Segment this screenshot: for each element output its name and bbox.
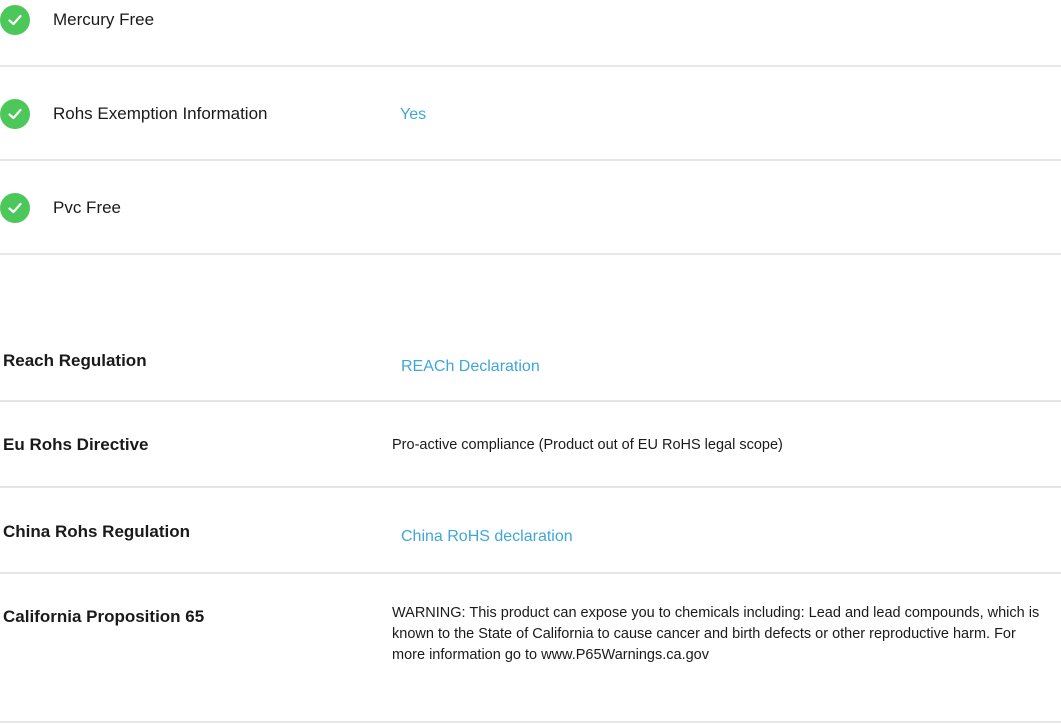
checklist-row-mercury-free: Mercury Free bbox=[0, 0, 1061, 67]
checklist-row-pvc-free: Pvc Free bbox=[0, 161, 1061, 255]
regulation-value: WARNING: This product can expose you to … bbox=[392, 605, 1040, 663]
checkmark-icon bbox=[0, 193, 30, 223]
checklist-label: Mercury Free bbox=[53, 10, 155, 29]
reach-declaration-link[interactable]: REACh Declaration bbox=[401, 358, 540, 376]
regulation-row-california-prop-65: California Proposition 65 WARNING: This … bbox=[0, 574, 1061, 723]
regulation-value: Pro-active compliance (Product out of EU… bbox=[392, 437, 783, 453]
regulation-row-china-rohs: China Rohs Regulation China RoHS declara… bbox=[0, 488, 1061, 574]
regulation-label: China Rohs Regulation bbox=[3, 522, 190, 541]
checklist-label: Rohs Exemption Information bbox=[53, 104, 268, 123]
rohs-exemption-yes-link[interactable]: Yes bbox=[400, 106, 426, 124]
regulation-label: Eu Rohs Directive bbox=[3, 435, 149, 454]
china-rohs-declaration-link[interactable]: China RoHS declaration bbox=[401, 528, 573, 546]
checklist-label: Pvc Free bbox=[53, 198, 122, 217]
checklist-row-rohs-exemption: Rohs Exemption Information Yes bbox=[0, 67, 1061, 161]
regulation-row-reach: Reach Regulation REACh Declaration bbox=[0, 322, 1061, 402]
checkmark-icon bbox=[0, 5, 30, 35]
checkmark-icon bbox=[0, 99, 30, 129]
regulation-label: California Proposition 65 bbox=[3, 607, 205, 626]
regulation-row-eu-rohs: Eu Rohs Directive Pro-active compliance … bbox=[0, 402, 1061, 488]
regulation-label: Reach Regulation bbox=[3, 351, 147, 370]
